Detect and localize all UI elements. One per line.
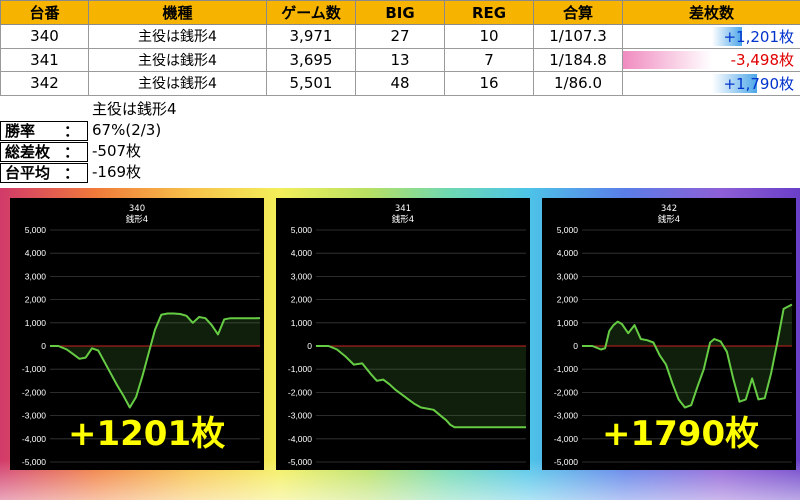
y-tick-label: -4,000 xyxy=(288,434,312,444)
graph-title: 340 xyxy=(129,204,145,214)
y-tick-label: 5,000 xyxy=(25,225,47,235)
y-tick-label: -4,000 xyxy=(22,434,46,444)
y-tick-label: 3,000 xyxy=(557,271,579,281)
header-combined: 合算 xyxy=(533,0,623,25)
cell-combined: 1/184.8 xyxy=(533,47,623,72)
y-tick-label: 2,000 xyxy=(557,295,579,305)
header-model: 機種 xyxy=(88,0,267,25)
cell-diff: -3,498枚 xyxy=(622,47,800,72)
table-row: 342 主役は銭形4 5,501 48 16 1/86.0 +1,790枚 xyxy=(0,71,800,96)
header-games: ゲーム数 xyxy=(266,0,356,25)
y-tick-label: 4,000 xyxy=(25,248,47,258)
cell-reg: 7 xyxy=(444,47,534,72)
cell-games: 3,971 xyxy=(266,24,356,49)
y-tick-label: 1,000 xyxy=(557,318,579,328)
cell-reg: 16 xyxy=(444,71,534,96)
cell-model: 主役は銭形4 xyxy=(88,24,267,49)
diff-overlay-340: +1201枚 xyxy=(68,414,226,454)
graph-panel-341: 341 銭形4 5,000 4,000 3,000 2,000 1,000 0 -1,000 -2… xyxy=(276,198,530,470)
diff-value: +1,201枚 xyxy=(723,27,794,46)
summary-label-text: 台平均 xyxy=(5,164,51,182)
y-tick-label: 4,000 xyxy=(291,248,313,258)
y-tick-label: -3,000 xyxy=(288,411,312,421)
cell-machine: 340 xyxy=(0,24,89,49)
header-machine-number: 台番 xyxy=(0,0,89,25)
cell-diff: +1,201枚 xyxy=(622,24,800,49)
y-tick-label: 2,000 xyxy=(291,295,313,305)
y-tick-label: -1,000 xyxy=(554,364,578,374)
cell-combined: 1/86.0 xyxy=(533,71,623,96)
y-tick-label: -1,000 xyxy=(22,364,46,374)
y-tick-label: 4,000 xyxy=(557,248,579,258)
summary-colon: ： xyxy=(63,122,79,140)
y-tick-label: -4,000 xyxy=(554,434,578,444)
y-tick-label: 5,000 xyxy=(557,225,579,235)
y-tick-label: 1,000 xyxy=(25,318,47,328)
cell-big: 27 xyxy=(355,24,445,49)
graph-title: 342 xyxy=(661,204,677,214)
y-tick-label: -2,000 xyxy=(288,387,312,397)
slump-graph-341: 341銭形4 5,000 4,000 3,000 2,000 1,000 0 -1,000 -2… xyxy=(288,204,526,467)
summary-label: 勝率 ： xyxy=(0,121,88,141)
y-tick-label: 1,000 xyxy=(291,318,313,328)
cell-combined: 1/107.3 xyxy=(533,24,623,49)
summary-label-text: 勝率 xyxy=(5,122,36,140)
table-row: 341 主役は銭形4 3,695 13 7 1/184.8 -3,498枚 xyxy=(0,47,800,72)
summary-colon: ： xyxy=(63,143,79,161)
cell-model: 主役は銭形4 xyxy=(88,47,267,72)
graph-subtitle: 銭形4 xyxy=(658,214,680,225)
y-tick-label: -3,000 xyxy=(554,411,578,421)
header-big: BIG xyxy=(355,0,445,25)
y-tick-label: -2,000 xyxy=(554,387,578,397)
y-tick-label: 0 xyxy=(41,341,46,351)
y-tick-label: -5,000 xyxy=(554,457,578,467)
graph-title: 341 xyxy=(395,204,411,214)
cell-big: 13 xyxy=(355,47,445,72)
summary-value: -169枚 xyxy=(92,163,142,181)
y-tick-label: 0 xyxy=(307,341,312,351)
summary-label: 総差枚 ： xyxy=(0,142,88,162)
summary-label-text: 総差枚 xyxy=(5,143,51,161)
header-reg: REG xyxy=(444,0,534,25)
table-row: 340 主役は銭形4 3,971 27 10 1/107.3 +1,201枚 xyxy=(0,24,800,49)
summary-value: -507枚 xyxy=(92,142,142,160)
header-diff: 差枚数 xyxy=(622,0,800,25)
diff-value: +1,790枚 xyxy=(723,74,794,93)
summary-value: 67%(2/3) xyxy=(92,121,162,139)
cell-reg: 10 xyxy=(444,24,534,49)
y-tick-label: 0 xyxy=(573,341,578,351)
y-tick-label: 5,000 xyxy=(291,225,313,235)
cell-games: 3,695 xyxy=(266,47,356,72)
y-tick-label: -1,000 xyxy=(288,364,312,374)
y-tick-label: 2,000 xyxy=(25,295,47,305)
cell-games: 5,501 xyxy=(266,71,356,96)
y-tick-label: 3,000 xyxy=(291,271,313,281)
diff-overlay-342: +1790枚 xyxy=(602,414,760,454)
y-tick-label: -3,000 xyxy=(22,411,46,421)
cell-diff: +1,790枚 xyxy=(622,71,800,96)
graph-subtitle: 銭形4 xyxy=(392,214,414,225)
cell-machine: 341 xyxy=(0,47,89,72)
graph-subtitle: 銭形4 xyxy=(126,214,148,225)
diff-value: -3,498枚 xyxy=(730,51,794,70)
summary-colon: ： xyxy=(63,164,79,182)
summary-title: 主役は銭形4 xyxy=(92,100,177,118)
y-tick-label: -5,000 xyxy=(288,457,312,467)
results-table: 台番 機種 ゲーム数 BIG REG 合算 差枚数 340 主役は銭形4 3,9… xyxy=(0,0,800,96)
diff-bar xyxy=(623,50,712,69)
summary-label: 台平均 ： xyxy=(0,163,88,183)
table-header-row: 台番 機種 ゲーム数 BIG REG 合算 差枚数 xyxy=(0,0,800,25)
cell-machine: 342 xyxy=(0,71,89,96)
y-tick-label: -5,000 xyxy=(22,457,46,467)
cell-model: 主役は銭形4 xyxy=(88,71,267,96)
y-tick-label: -2,000 xyxy=(22,387,46,397)
cell-big: 48 xyxy=(355,71,445,96)
y-tick-label: 3,000 xyxy=(25,271,47,281)
